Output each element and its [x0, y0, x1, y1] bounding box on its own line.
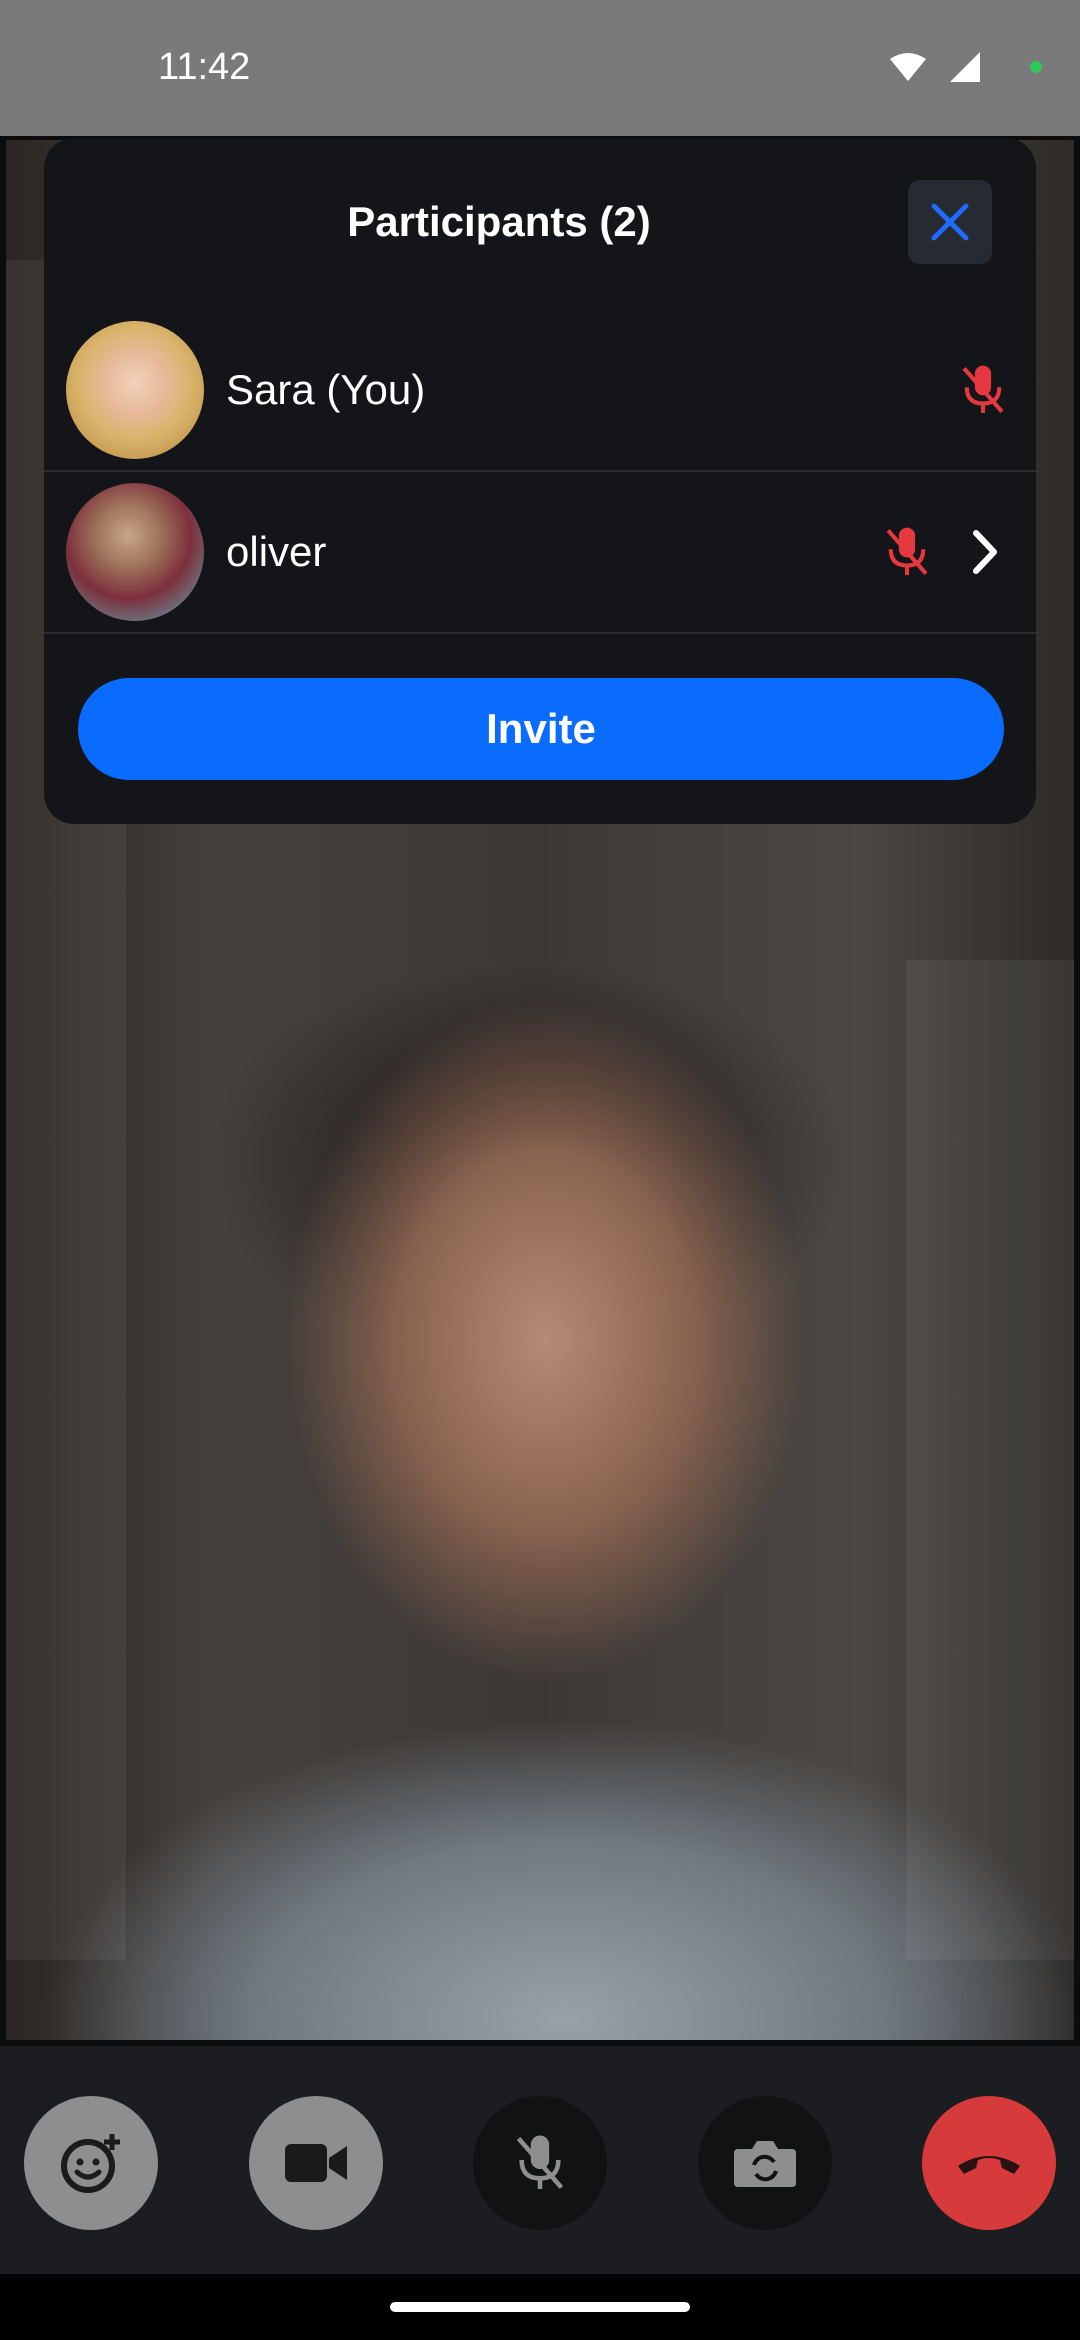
participant-name: Sara (You): [226, 366, 426, 413]
system-navigation-bar: [0, 2274, 1080, 2340]
participant-row[interactable]: oliver: [44, 472, 1036, 634]
status-icons: [888, 50, 1042, 84]
mic-off-icon: [516, 2135, 564, 2189]
participant-row: Sara (You): [44, 310, 1036, 472]
avatar: [66, 483, 204, 621]
invite-button[interactable]: Invite: [78, 678, 1004, 780]
end-call-icon: [958, 2156, 1020, 2174]
privacy-indicator-dot: [1030, 61, 1042, 73]
emoji-add-icon: [61, 2134, 120, 2193]
participants-panel: Participants (2) Sara (You) oliver Invit…: [44, 138, 1036, 824]
status-time: 11:42: [158, 46, 251, 88]
video-toggle-button[interactable]: [249, 2096, 383, 2230]
close-icon: [931, 203, 969, 241]
reactions-button[interactable]: [24, 2096, 158, 2230]
close-button[interactable]: [908, 180, 992, 264]
mic-off-icon: [962, 365, 1004, 413]
switch-camera-icon: [734, 2141, 796, 2187]
switch-camera-button[interactable]: [698, 2096, 832, 2230]
background-shelf: [906, 960, 1074, 1960]
chevron-right-icon[interactable]: [970, 527, 1000, 577]
wifi-icon: [890, 53, 926, 81]
cell-signal-icon: [950, 52, 980, 82]
call-controls-bar: [0, 2046, 1080, 2274]
panel-title: Participants (2): [347, 198, 651, 245]
participant-name: oliver: [226, 528, 327, 575]
video-camera-icon: [285, 2144, 347, 2182]
status-bar: 11:42: [0, 0, 1080, 136]
avatar: [66, 321, 204, 459]
mic-off-icon: [886, 527, 928, 575]
end-call-button[interactable]: [922, 2096, 1056, 2230]
home-indicator[interactable]: [390, 2302, 690, 2312]
mic-toggle-button[interactable]: [473, 2096, 607, 2230]
